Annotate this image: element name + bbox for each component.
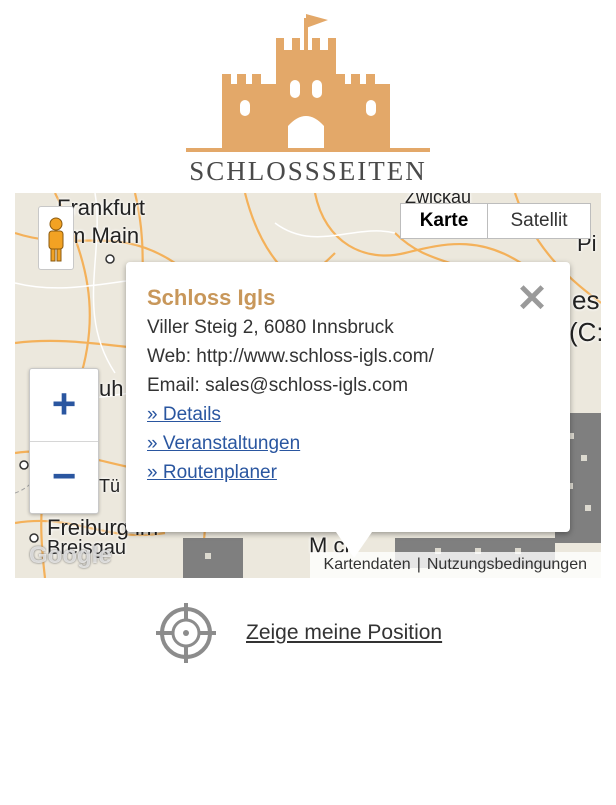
address-text: Viller Steig 2, 6080 Innsbruck [147, 317, 394, 338]
terms-link[interactable]: Nutzungsbedingungen [427, 556, 587, 573]
pegman-button[interactable] [38, 206, 74, 270]
zoom-out-button[interactable]: − [30, 441, 98, 513]
brand-name: SCHLOSSSEITEN [189, 156, 427, 186]
map-label: es [572, 285, 600, 315]
zoom-control: + − [29, 368, 99, 514]
show-position-label[interactable]: Zeige meine Position [246, 621, 442, 645]
google-logo: Google [29, 542, 112, 569]
brand-logo: SCHLOSSSEITEN [180, 8, 436, 188]
map-label: m Main [67, 223, 140, 248]
map-type-karte-button[interactable]: Karte [400, 203, 488, 239]
map-infowindow: ✕ Schloss Igls Viller Steig 2, 6080 Inns… [126, 262, 570, 558]
map-label: Tü [99, 476, 121, 496]
close-icon[interactable]: ✕ [516, 280, 548, 318]
map-type-satellite-button[interactable]: Satellit [487, 203, 591, 239]
map-label: uh [99, 376, 124, 401]
details-link[interactable]: » Details [147, 404, 221, 426]
route-planner-link[interactable]: » Routenplaner [147, 462, 277, 484]
email-text: Email: sales@schloss-igls.com [147, 375, 409, 396]
show-position-button[interactable]: Zeige meine Position [136, 583, 480, 681]
map-label: (C: [569, 317, 601, 347]
pegman-icon [48, 217, 64, 262]
web-text: Web: http://www.schloss-igls.com/ [147, 346, 434, 367]
crosshair-icon [156, 603, 216, 663]
map-data-link[interactable]: Kartendaten [324, 556, 411, 573]
infowindow-tail [336, 532, 372, 558]
events-link[interactable]: » Veranstaltungen [147, 433, 300, 455]
castle-icon [186, 14, 430, 152]
infowindow-title: Schloss Igls [147, 285, 276, 310]
zoom-in-button[interactable]: + [30, 369, 98, 442]
